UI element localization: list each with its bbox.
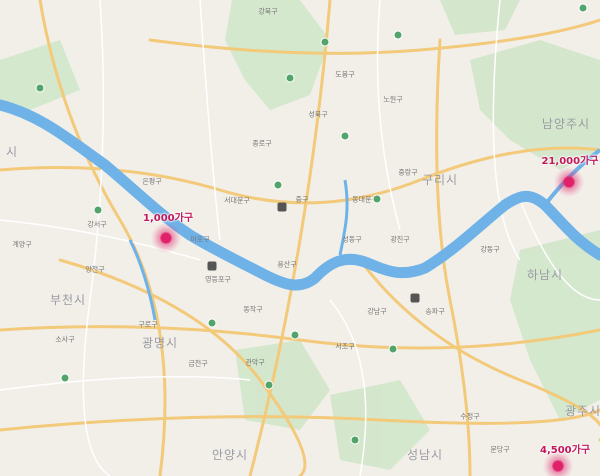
region-label-gwangju: 광주시 [564, 404, 600, 418]
district-label-bundang: 분당구 [490, 445, 510, 454]
poi-dot [35, 83, 45, 93]
district-label-gangbuk: 강북구 [258, 7, 278, 16]
west-park [0, 40, 80, 110]
district-label-yongsan: 용산구 [277, 260, 297, 269]
region-label-hanam: 하남시 [526, 268, 564, 282]
district-label-jungnang: 중랑구 [398, 168, 418, 177]
district-label-gwanak: 관악구 [245, 358, 265, 367]
district-label-gwangjin: 광진구 [390, 235, 410, 244]
landmark-palace-icon [277, 202, 287, 212]
poi-dot [372, 194, 382, 204]
poi-dot [350, 435, 360, 445]
district-label-guro: 구로구 [138, 320, 158, 329]
household-marker-21000[interactable] [554, 167, 584, 197]
poi-dot [393, 30, 403, 40]
district-label-dobong: 도봉구 [335, 70, 355, 79]
district-label-jung: 중구 [295, 195, 309, 204]
region-label-namyangju: 남양주시 [541, 117, 591, 131]
district-label-mapo: 마포구 [190, 235, 210, 244]
district-label-dongjak: 동작구 [243, 305, 263, 314]
district-label-gangdong: 강동구 [480, 245, 500, 254]
poi-dot [273, 180, 283, 190]
district-label-gyeyang: 계양구 [12, 240, 32, 249]
hanam-forest [510, 230, 600, 420]
poi-dot [264, 380, 274, 390]
north-park [440, 0, 520, 35]
household-marker-label-21000[interactable]: 21,000가구 [542, 152, 599, 167]
region-label-seongnam: 성남시 [406, 448, 444, 462]
district-label-eunpyeong: 은평구 [142, 177, 162, 186]
poi-dot [60, 373, 70, 383]
district-label-yangcheon: 양천구 [85, 265, 105, 274]
household-marker-label-4500[interactable]: 4,500가구 [540, 441, 590, 456]
landmark-tower-icon [410, 293, 420, 303]
district-label-geumcheon: 금천구 [188, 359, 208, 368]
district-label-yeongdeungpo: 영등포구 [205, 275, 231, 284]
region-label-bucheon: 부천시 [49, 293, 87, 307]
district-label-jongno: 종로구 [252, 139, 272, 148]
district-label-sujeong: 수정구 [460, 412, 480, 421]
poi-dot [578, 3, 588, 13]
district-label-seodaemun: 서대문구 [224, 196, 250, 205]
district-label-seongbuk: 성북구 [308, 110, 328, 119]
district-label-seocho: 서초구 [335, 342, 355, 351]
map-canvas[interactable]: 남양주시 구리시 하남시 부천시 광명시 광주시 안양시 성남시 시 강북구 도… [0, 0, 600, 476]
poi-dot [388, 344, 398, 354]
landmark-building-icon [207, 261, 217, 271]
district-label-gangnam: 강남구 [367, 307, 387, 316]
jungnang-stream [338, 179, 349, 256]
district-label-songpa: 송파구 [425, 307, 445, 316]
household-marker-label-1000[interactable]: 1,000가구 [143, 209, 193, 224]
region-label-guri: 구리시 [421, 173, 459, 187]
bukhansan-park [225, 0, 330, 110]
poi-dot [93, 205, 103, 215]
district-label-sosa: 소사구 [55, 335, 75, 344]
poi-dot [207, 318, 217, 328]
poi-dot [290, 330, 300, 340]
district-label-gangseo: 강서구 [87, 220, 107, 229]
region-label-anyang: 안양시 [211, 448, 249, 462]
poi-dot [285, 73, 295, 83]
household-marker-1000[interactable] [151, 223, 181, 253]
anyang-stream [128, 239, 157, 321]
region-label-gwangmyeong: 광명시 [141, 336, 179, 350]
district-label-nowon: 노원구 [383, 95, 403, 104]
district-label-seongdong: 성동구 [342, 235, 362, 244]
poi-dot [320, 37, 330, 47]
base-map [0, 0, 600, 476]
poi-dot [340, 131, 350, 141]
region-label-goyang: 시 [5, 145, 19, 159]
